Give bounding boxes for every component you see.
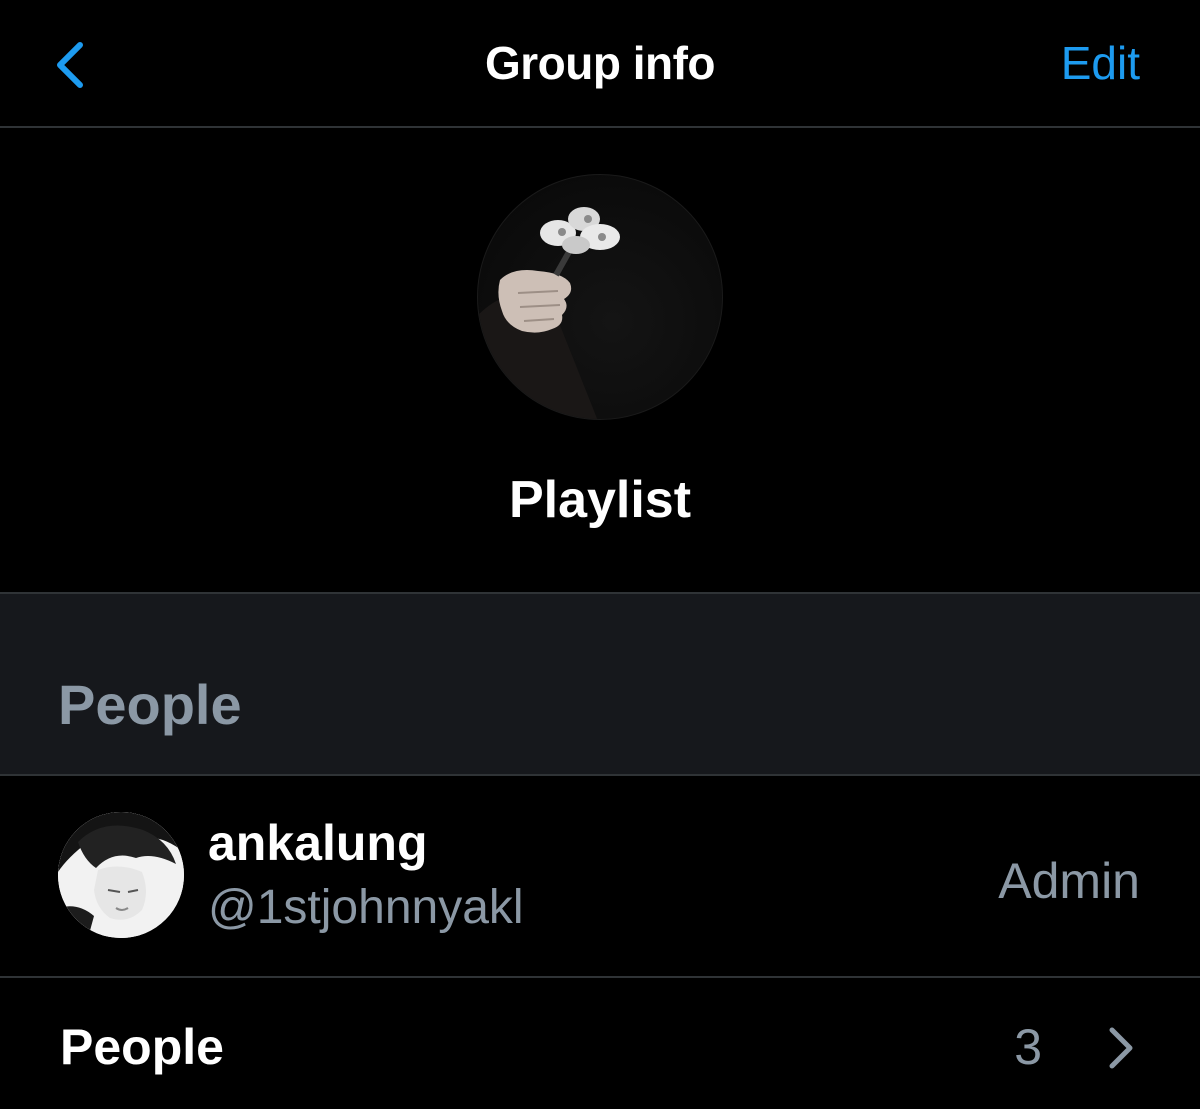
- avatar: [58, 812, 184, 938]
- people-count: 3: [1014, 1019, 1042, 1075]
- member-handle: @1stjohnnyakl: [208, 881, 524, 934]
- member-avatar-image: [58, 812, 184, 938]
- chevron-right-icon: [1109, 1027, 1133, 1069]
- people-section-header: People: [0, 592, 1200, 776]
- page-title: Group info: [484, 37, 716, 89]
- section-title: People: [58, 673, 242, 736]
- edit-button[interactable]: Edit: [1061, 36, 1140, 90]
- people-row-label: People: [60, 1019, 224, 1075]
- group-avatar[interactable]: [477, 174, 723, 420]
- group-header: Playlist: [0, 128, 1200, 592]
- people-list-row[interactable]: People 3: [0, 978, 1200, 1109]
- member-role-badge: Admin: [998, 853, 1140, 909]
- member-row[interactable]: ankalung @1stjohnnyakl Admin: [0, 776, 1200, 978]
- nav-bar: Group info Edit: [0, 0, 1200, 128]
- group-avatar-image: [478, 207, 620, 419]
- group-name: Playlist: [508, 471, 692, 529]
- member-display-name: ankalung: [208, 815, 428, 871]
